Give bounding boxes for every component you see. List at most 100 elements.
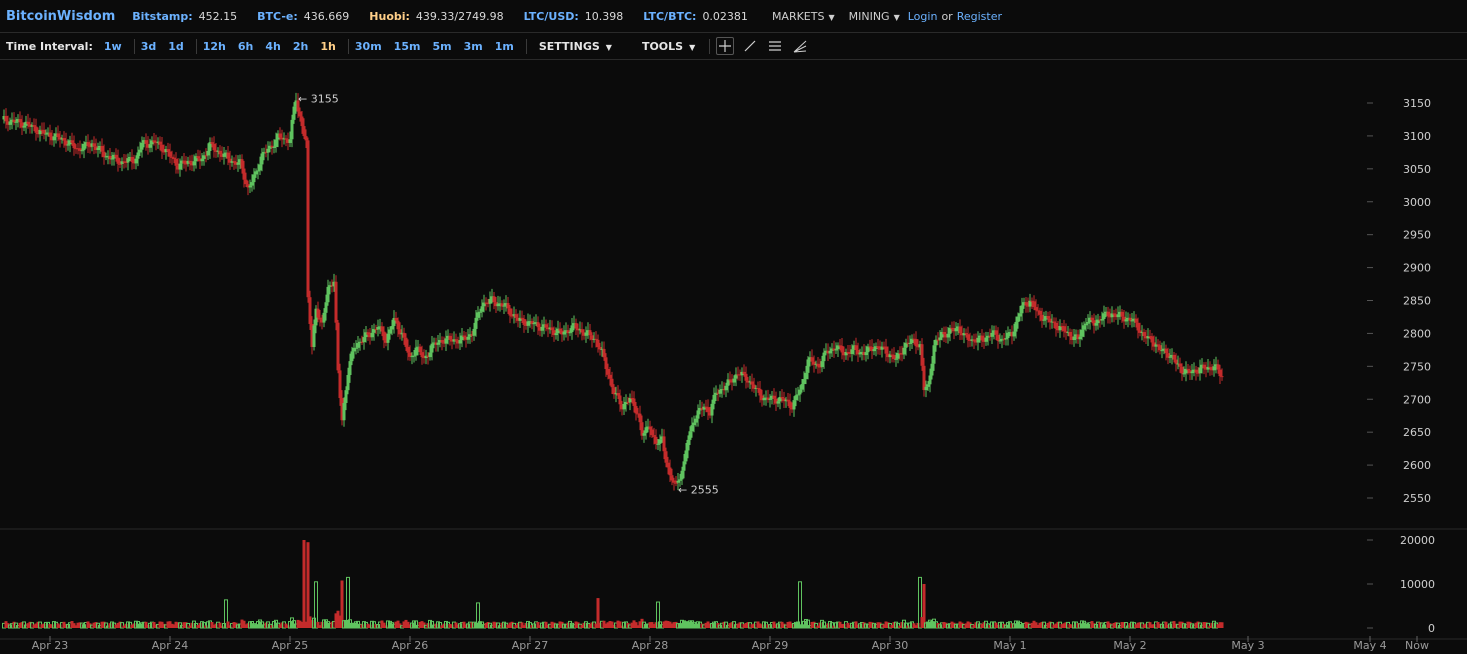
or-text: or <box>941 9 953 23</box>
ticker-huobi[interactable]: Huobi: 439.33/2749.98 <box>369 10 503 23</box>
candle-body <box>366 332 370 335</box>
candle-body <box>244 179 248 185</box>
candle-body <box>1142 332 1146 337</box>
ticker-btce[interactable]: BTC-e: 436.669 <box>257 10 349 23</box>
candle-body <box>126 158 130 163</box>
candle-body <box>362 337 366 343</box>
candle-body <box>130 156 134 162</box>
candle-body <box>336 322 340 371</box>
candle-body <box>396 320 400 330</box>
candle-body <box>1100 319 1104 321</box>
candle-body <box>922 365 926 391</box>
candle-body <box>26 121 30 125</box>
mining-menu[interactable]: MINING ▼ <box>849 10 900 23</box>
candle-body <box>226 152 230 159</box>
candle-body <box>204 155 208 157</box>
candle-body <box>928 375 932 385</box>
ticker-bitstamp[interactable]: Bitstamp: 452.15 <box>132 10 237 23</box>
crosshair-icon[interactable] <box>716 37 735 55</box>
candle-body <box>554 333 558 336</box>
interval-3d[interactable]: 3d <box>141 40 157 53</box>
candle-body <box>92 143 96 147</box>
line-draw-icon[interactable] <box>741 37 759 55</box>
volume-bar <box>922 584 926 628</box>
chart-toolbar: Time Interval: 1w 3d 1d 12h 6h 4h 2h 1h … <box>0 33 1467 60</box>
interval-30m[interactable]: 30m <box>355 40 382 53</box>
time-tick-label: Apr 24 <box>152 639 189 652</box>
candle-body <box>86 142 90 147</box>
price-chart[interactable]: 3150 3100 3050 3000 2950 2900 2850 2800 2750 2700… <box>0 60 1467 654</box>
interval-2h[interactable]: 2h <box>293 40 309 53</box>
candle-body <box>1124 319 1128 322</box>
time-tick-label: Apr 28 <box>632 639 669 652</box>
fan-draw-icon[interactable] <box>791 37 809 55</box>
candle-body <box>692 422 696 426</box>
candle-body <box>606 368 610 375</box>
candle-body <box>618 395 622 405</box>
candle-body <box>324 302 328 313</box>
candle-body <box>82 143 86 151</box>
volume-bar <box>1220 622 1224 628</box>
chevron-down-icon: ▼ <box>828 12 835 22</box>
candle-body <box>304 136 308 141</box>
candle-body <box>558 328 562 331</box>
settings-menu[interactable]: SETTINGS ▼ <box>539 40 612 53</box>
interval-15m[interactable]: 15m <box>394 40 421 53</box>
candle-body <box>1182 373 1186 375</box>
candle-body <box>1024 302 1028 306</box>
candle-body <box>168 151 172 157</box>
candle-body <box>666 462 670 468</box>
interval-4h[interactable]: 4h <box>265 40 281 53</box>
candle-body <box>796 394 800 396</box>
interval-1d[interactable]: 1d <box>168 40 184 53</box>
candle-body <box>308 297 312 324</box>
candle-body <box>596 339 600 348</box>
candle-body <box>318 317 322 320</box>
markets-menu[interactable]: MARKETS ▼ <box>772 10 835 23</box>
candle-body <box>14 121 18 123</box>
ticker-ltc-btc[interactable]: LTC/BTC: 0.02381 <box>643 10 748 23</box>
brand-logo[interactable]: BitcoinWisdom <box>6 9 115 24</box>
login-link[interactable]: Login <box>908 10 938 23</box>
candle-body <box>1086 322 1090 324</box>
candle-body <box>966 334 970 340</box>
interval-12h[interactable]: 12h <box>203 40 226 53</box>
candle-body <box>342 402 346 421</box>
top-navigation-bar: BitcoinWisdom Bitstamp: 452.15 BTC-e: 436.… <box>0 0 1467 33</box>
price-tick-label: 3100 <box>1403 130 1431 143</box>
volume-tick-label: 10000 <box>1400 578 1435 591</box>
candle-body <box>984 337 988 342</box>
candle-body <box>48 132 52 137</box>
ticker-value: 436.669 <box>303 9 350 23</box>
horizontal-lines-icon[interactable] <box>766 37 784 55</box>
candle-body <box>570 325 574 333</box>
chevron-down-icon: ▼ <box>689 42 696 52</box>
interval-1w[interactable]: 1w <box>104 40 122 53</box>
candle-body <box>334 281 338 323</box>
tools-menu[interactable]: TOOLS ▼ <box>642 40 695 53</box>
candle-body <box>436 342 440 345</box>
candle-body <box>1218 369 1222 377</box>
candle-body <box>1014 321 1018 332</box>
candle-body <box>776 401 780 404</box>
candle-body <box>114 154 118 158</box>
interval-3m[interactable]: 3m <box>464 40 483 53</box>
ticker-ltc-usd[interactable]: LTC/USD: 10.398 <box>524 10 624 23</box>
volume-bar <box>798 581 802 629</box>
interval-5m[interactable]: 5m <box>432 40 451 53</box>
candle-body <box>894 358 898 360</box>
candle-body <box>1164 348 1168 354</box>
candle-body <box>544 324 548 328</box>
candle-body <box>768 398 772 400</box>
register-link[interactable]: Register <box>957 10 1002 23</box>
interval-1h[interactable]: 1h <box>320 40 336 53</box>
candle-body <box>448 335 452 340</box>
candle-body <box>794 395 798 401</box>
candle-body <box>206 150 210 156</box>
interval-1m[interactable]: 1m <box>495 40 514 53</box>
candle-body <box>298 111 302 117</box>
interval-6h[interactable]: 6h <box>238 40 254 53</box>
candle-body <box>406 346 410 353</box>
candle-body <box>80 150 84 152</box>
candle-body <box>1134 318 1138 323</box>
